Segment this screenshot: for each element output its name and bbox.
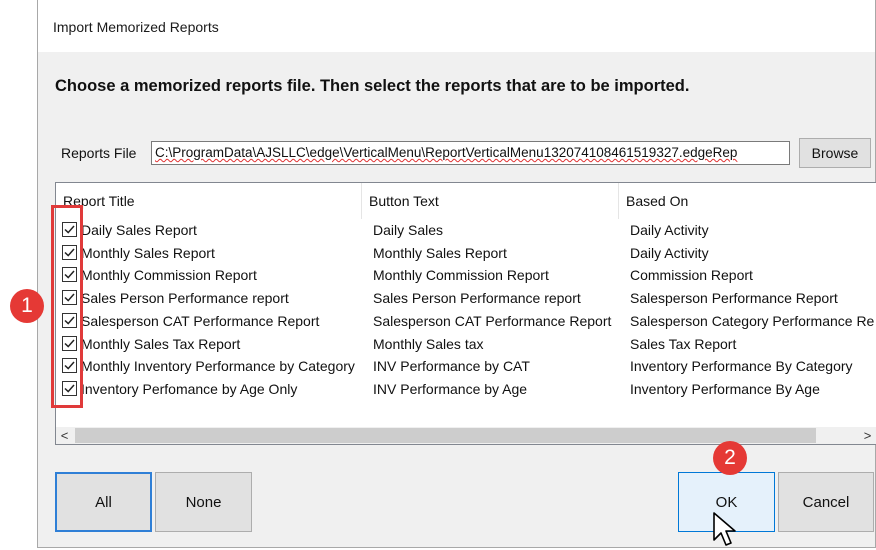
horizontal-scrollbar[interactable]: < >	[56, 427, 876, 444]
reports-file-input[interactable]: C:\ProgramData\AJSLLC\edge\VerticalMenu\…	[151, 141, 790, 165]
based-on-cell: Inventory Performance By Age	[630, 380, 820, 397]
reports-file-value: C:\ProgramData\AJSLLC\edge\VerticalMenu\…	[155, 145, 738, 160]
based-on-cell: Salesperson Category Performance Re	[630, 312, 875, 329]
based-on-cell: Sales Tax Report	[630, 335, 737, 352]
report-title-cell: Monthly Commission Report	[81, 267, 257, 284]
report-title-cell: Monthly Inventory Performance by Categor…	[81, 358, 355, 375]
column-header-button-text[interactable]: Button Text	[362, 183, 619, 219]
report-row[interactable]: Inventory Perfomance by Age Only INV Perf…	[56, 379, 876, 401]
scroll-left-button[interactable]: <	[56, 427, 73, 444]
report-row[interactable]: Monthly Commission Report Monthly Commiss…	[56, 265, 876, 287]
report-title-cell: Monthly Sales Report	[81, 244, 215, 261]
select-none-button[interactable]: None	[155, 472, 252, 532]
based-on-cell: Daily Activity	[630, 244, 709, 261]
button-text-cell: Sales Person Performance report	[373, 290, 581, 307]
button-text-cell: INV Performance by CAT	[373, 358, 530, 375]
button-text-cell: Monthly Commission Report	[373, 267, 549, 284]
mouse-cursor-icon	[713, 512, 736, 546]
browse-button[interactable]: Browse	[799, 138, 871, 168]
title-bar: Import Memorized Reports	[38, 0, 875, 52]
report-title-cell: Sales Person Performance report	[81, 290, 289, 307]
scrollbar-thumb[interactable]	[75, 428, 816, 443]
based-on-cell: Daily Activity	[630, 222, 709, 238]
report-row[interactable]: Sales Person Performance report Sales Per…	[56, 288, 876, 310]
scroll-right-button[interactable]: >	[859, 427, 876, 444]
button-text-cell: Salesperson CAT Performance Report	[373, 312, 612, 329]
report-row[interactable]: Daily Sales Report Daily Sales Daily Activ…	[56, 220, 876, 242]
import-dialog: Import Memorized Reports Choose a memori…	[37, 0, 876, 548]
annotation-badge-2: 2	[713, 441, 747, 475]
button-text-cell: Daily Sales	[373, 222, 444, 238]
report-row[interactable]: Monthly Sales Tax Report Monthly Sales ta…	[56, 334, 876, 356]
reports-list[interactable]: Report Title Button Text Based On Daily …	[55, 182, 876, 445]
column-header-report-title[interactable]: Report Title	[56, 183, 362, 219]
button-text-cell: INV Performance by Age	[373, 380, 528, 397]
cancel-button[interactable]: Cancel	[778, 472, 874, 532]
based-on-cell: Inventory Performance By Category	[630, 358, 853, 375]
based-on-cell: Commission Report	[630, 267, 753, 284]
report-title-cell: Inventory Perfomance by Age Only	[81, 380, 298, 397]
button-text-cell: Monthly Sales Report	[373, 244, 507, 261]
based-on-cell: Salesperson Performance Report	[630, 290, 838, 307]
report-row[interactable]: Monthly Inventory Performance by Categor…	[56, 356, 876, 378]
column-header-based-on[interactable]: Based On	[619, 183, 876, 219]
report-title-cell: Daily Sales Report	[81, 222, 197, 238]
checkbox-highlight-box	[51, 205, 83, 408]
select-all-button[interactable]: All	[55, 472, 152, 532]
window-title: Import Memorized Reports	[53, 19, 219, 35]
report-row[interactable]: Salesperson CAT Performance Report Salesp…	[56, 311, 876, 333]
reports-file-label: Reports File	[61, 145, 137, 161]
annotation-badge-1: 1	[10, 289, 44, 323]
report-title-cell: Monthly Sales Tax Report	[81, 335, 241, 352]
instruction-text: Choose a memorized reports file. Then se…	[55, 77, 690, 95]
report-row[interactable]: Monthly Sales Report Monthly Sales Report…	[56, 243, 876, 265]
button-text-cell: Monthly Sales tax	[373, 335, 484, 352]
report-title-cell: Salesperson CAT Performance Report	[81, 312, 320, 329]
